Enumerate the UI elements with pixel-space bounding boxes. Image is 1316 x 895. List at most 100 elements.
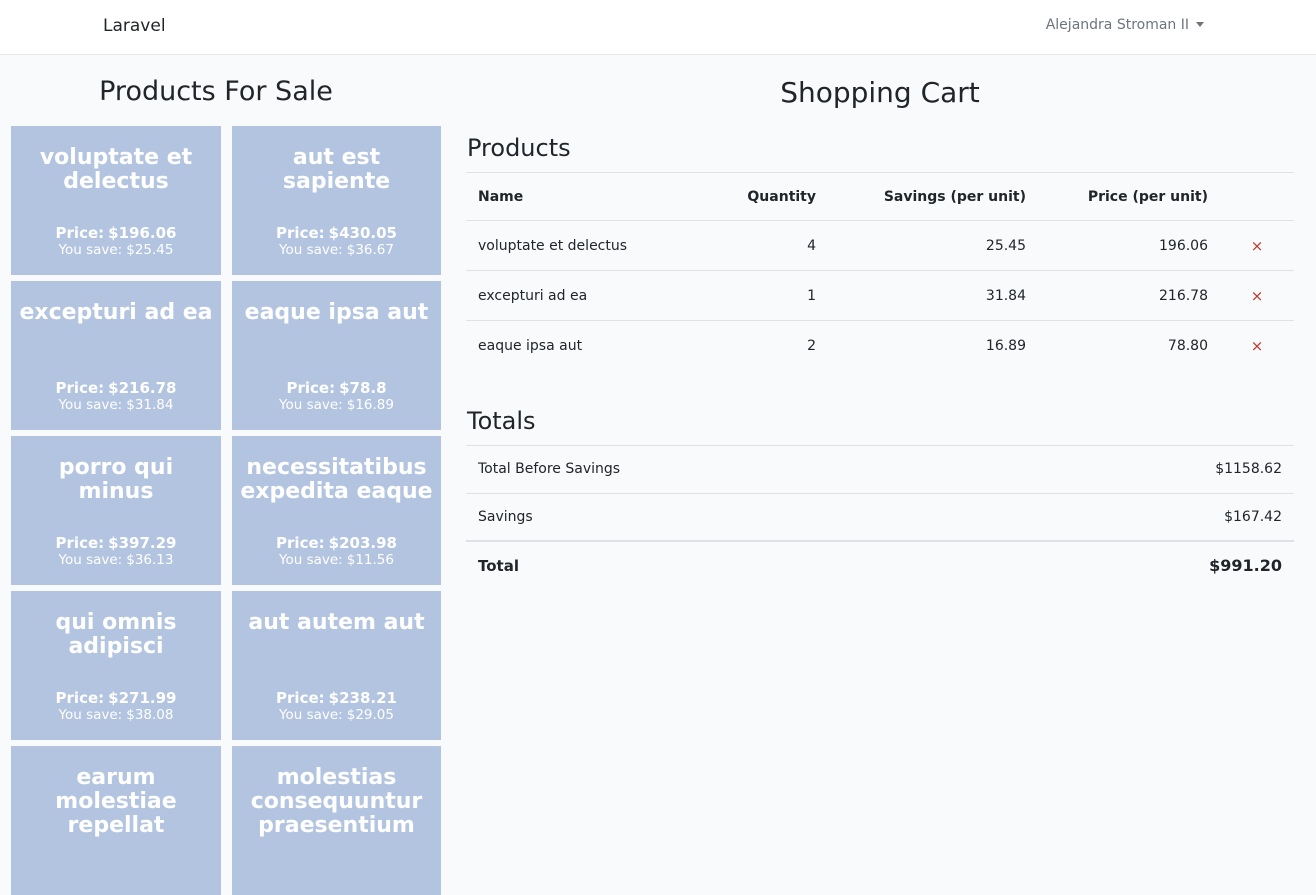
total-before-savings-row: Total Before Savings $1158.62 (466, 444, 1294, 493)
grand-total-value: $991.20 (988, 540, 1294, 589)
price-value: $196.06 (108, 224, 177, 242)
product-card[interactable]: qui omnis adipisci Price: $271.99 You sav… (11, 591, 221, 740)
price-label: Price: (55, 689, 105, 707)
product-name: molestias consequuntur praesentium (250, 765, 423, 838)
savings-value: $11.56 (346, 552, 394, 568)
cell-price: 196.06 (1159, 237, 1208, 254)
product-card[interactable]: earum molestiae repellat (11, 746, 221, 895)
price-label: Price: (55, 534, 105, 552)
product-savings: You save: $31.84 (11, 397, 221, 413)
savings-value: $31.84 (126, 397, 174, 413)
product-savings: You save: $29.05 (232, 707, 441, 723)
product-name: qui omnis adipisci (55, 610, 177, 659)
savings-value: $36.67 (346, 242, 394, 258)
product-name: voluptate et delectus (39, 145, 193, 194)
column-header-actions (1220, 172, 1294, 221)
price-label: Price: (276, 534, 325, 552)
product-name: porro qui minus (58, 455, 174, 504)
savings-label: You save: (58, 707, 123, 723)
savings-label: You save: (58, 552, 123, 568)
cell-quantity: 1 (706, 270, 828, 321)
product-card[interactable]: eaque ipsa aut Price: $78.8 You save: $16.… (232, 281, 441, 430)
total-before-savings-label: Total Before Savings (466, 444, 989, 493)
cell-savings: 25.45 (985, 237, 1026, 254)
cell-savings: 16.89 (828, 320, 1038, 371)
savings-value: $29.05 (346, 707, 394, 723)
product-grid: voluptate et delectus Price: $196.06 You … (11, 126, 441, 895)
product-price: Price: $238.21 (232, 689, 441, 707)
price-value: $78.8 (339, 379, 387, 397)
price-value: $430.05 (328, 224, 397, 242)
cart-products-heading: Products (467, 134, 571, 162)
price-value: $271.99 (108, 689, 177, 707)
product-price: Price: $271.99 (11, 689, 221, 707)
remove-item-icon[interactable]: × (1220, 270, 1294, 321)
brand-link[interactable]: Laravel (103, 16, 166, 36)
product-savings: You save: $36.67 (232, 242, 441, 258)
totals-heading: Totals (467, 406, 536, 435)
product-card[interactable]: excepturi ad ea Price: $216.78 You save: $… (11, 281, 221, 430)
price-label: Price: (55, 224, 105, 242)
product-card[interactable]: aut autem aut Price: $238.21 You save: $29… (232, 591, 441, 740)
product-card[interactable]: voluptate et delectus Price: $196.06 You … (11, 126, 221, 275)
product-price: Price: $397.29 (11, 534, 221, 552)
product-price: Price: $216.78 (11, 379, 221, 397)
savings-value: $16.89 (346, 397, 394, 413)
savings-label: You save: (279, 397, 343, 413)
savings-label: You save: (279, 552, 343, 568)
caret-down-icon (1196, 21, 1204, 27)
product-price: Price: $430.05 (232, 224, 441, 242)
column-header-price: Price (per unit) (1038, 172, 1220, 221)
savings-value: $36.13 (126, 552, 174, 568)
product-name: eaque ipsa aut (244, 300, 429, 325)
product-card[interactable]: molestias consequuntur praesentium (232, 746, 441, 895)
savings-value: $38.08 (126, 707, 174, 723)
product-savings: You save: $16.89 (232, 397, 441, 413)
product-name: aut autem aut (248, 610, 425, 635)
cart-products-table: Name Quantity Savings (per unit) Price (… (466, 172, 1294, 371)
product-name: necessitatibus expedita eaque (240, 455, 433, 504)
price-value: $203.98 (328, 534, 397, 552)
product-savings: You save: $11.56 (232, 552, 441, 568)
table-header-row: Name Quantity Savings (per unit) Price (… (466, 172, 1294, 221)
remove-item-icon[interactable]: × (1220, 221, 1294, 271)
total-before-savings-value: $1158.62 (988, 444, 1294, 493)
savings-row: Savings $167.42 (466, 492, 1294, 541)
price-value: $238.21 (328, 689, 397, 707)
cell-name: excepturi ad ea (466, 270, 706, 321)
column-header-name: Name (466, 172, 706, 221)
cell-quantity: 4 (807, 237, 816, 254)
savings-label: Savings (466, 492, 989, 541)
product-name: excepturi ad ea (19, 300, 213, 325)
navbar: Laravel Alejandra Stroman II (0, 0, 1316, 55)
cell-price: 216.78 (1038, 270, 1220, 321)
price-value: $397.29 (108, 534, 177, 552)
cell-quantity: 2 (706, 320, 828, 371)
grand-total-row: Total $991.20 (466, 540, 1294, 589)
product-name: earum molestiae repellat (55, 765, 177, 838)
column-header-savings: Savings (per unit) (828, 172, 1038, 221)
product-name: aut est sapiente (282, 145, 391, 194)
savings-value: $25.45 (126, 242, 174, 258)
product-price: Price: $203.98 (232, 534, 441, 552)
table-row: excepturi ad ea 1 31.84 216.78 × (466, 270, 1294, 321)
product-card[interactable]: necessitatibus expedita eaque Price: $203… (232, 436, 441, 585)
product-savings: You save: $38.08 (11, 707, 221, 723)
product-savings: You save: $25.45 (11, 242, 221, 258)
cell-savings: 31.84 (828, 270, 1038, 321)
cell-price: 78.80 (1038, 320, 1220, 371)
product-card[interactable]: aut est sapiente Price: $430.05 You save:… (232, 126, 441, 275)
totals-section: Totals Total Before Savings $1158.62 Sav… (466, 401, 1294, 589)
table-row: eaque ipsa aut 2 16.89 78.80 × (466, 320, 1294, 371)
savings-label: You save: (279, 707, 343, 723)
product-price: Price: $196.06 (11, 224, 221, 242)
price-label: Price: (55, 379, 105, 397)
cart-title: Shopping Cart (780, 76, 980, 109)
product-savings: You save: $36.13 (11, 552, 221, 568)
remove-item-icon[interactable]: × (1220, 320, 1294, 371)
user-dropdown[interactable]: Alejandra Stroman II (1046, 17, 1204, 33)
savings-value: $167.42 (988, 492, 1294, 541)
product-card[interactable]: porro qui minus Price: $397.29 You save: $… (11, 436, 221, 585)
products-for-sale-title: Products For Sale (99, 76, 333, 107)
savings-label: You save: (58, 242, 123, 258)
